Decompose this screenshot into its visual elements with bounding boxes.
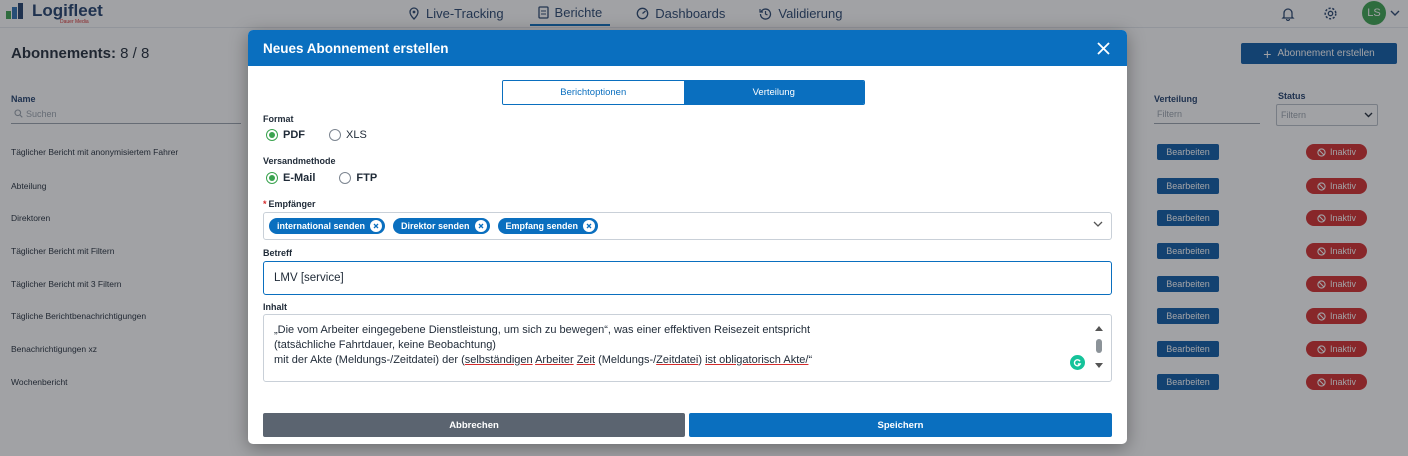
recipients-label-text: Empfänger xyxy=(268,199,316,209)
grammarly-icon[interactable] xyxy=(1070,355,1085,370)
recipient-tag: international senden xyxy=(269,218,386,234)
method-radio-group: E-Mail FTP xyxy=(266,172,401,184)
chevron-down-icon[interactable] xyxy=(1093,221,1103,227)
format-radio-xls[interactable]: XLS xyxy=(329,129,367,141)
content-line: (tatsächliche Fahrtdauer, keine Beobacht… xyxy=(274,339,496,351)
recipient-tag-label: international senden xyxy=(277,221,366,231)
tab-verteilung[interactable]: Verteilung xyxy=(683,81,864,104)
format-label: Format xyxy=(263,114,294,124)
content-line: mit der Akte (Meldungs-/Zeitdatei) der (… xyxy=(274,353,1071,368)
create-subscription-dialog: Neues Abonnement erstellen Berichtoption… xyxy=(248,30,1127,444)
spelling-flag[interactable]: Zeit xyxy=(577,354,595,366)
radio-unselected-icon xyxy=(339,172,352,184)
content-textarea[interactable]: „Die vom Arbeiter eingegebene Dienstleis… xyxy=(263,314,1112,382)
radio-selected-icon xyxy=(266,129,278,141)
subject-label: Betreff xyxy=(263,248,293,258)
radio-unselected-icon xyxy=(329,129,341,141)
spelling-flag[interactable]: Arbeiter xyxy=(535,354,574,366)
cancel-button[interactable]: Abbrechen xyxy=(263,413,685,437)
dialog-tabs: Berichtoptionen Verteilung xyxy=(502,80,865,105)
dialog-title: Neues Abonnement erstellen xyxy=(263,40,449,56)
spelling-flag[interactable]: Zeitdatei xyxy=(656,354,698,366)
save-button[interactable]: Speichern xyxy=(689,413,1112,437)
recipients-multiselect[interactable]: international senden Direktor senden Emp… xyxy=(263,212,1112,240)
tab-berichtoptionen[interactable]: Berichtoptionen xyxy=(503,81,684,104)
format-option-label: PDF xyxy=(283,129,305,141)
method-radio-email[interactable]: E-Mail xyxy=(266,172,315,184)
spelling-flag[interactable]: ist obligatorisch Akte/ xyxy=(705,354,808,366)
recipient-tag: Empfang senden xyxy=(497,218,599,234)
recipient-tag: Direktor senden xyxy=(393,218,490,234)
recipient-tag-label: Empfang senden xyxy=(505,221,579,231)
radio-selected-icon xyxy=(266,172,278,184)
spelling-flag[interactable]: selbständigen xyxy=(465,354,533,366)
content-text: (Meldungs-/ xyxy=(595,354,657,366)
remove-tag-icon[interactable] xyxy=(474,220,487,232)
content-text: mit der Akte (Meldungs-/Zeitdatei) der ( xyxy=(274,354,465,366)
method-option-label: FTP xyxy=(356,172,378,184)
format-option-label: XLS xyxy=(346,129,367,141)
format-radio-pdf[interactable]: PDF xyxy=(266,129,305,141)
scroll-down-arrow-icon[interactable] xyxy=(1095,363,1103,368)
scroll-up-arrow-icon[interactable] xyxy=(1095,326,1103,331)
content-label: Inhalt xyxy=(263,302,287,312)
content-text: “ xyxy=(808,354,813,366)
recipient-tag-label: Direktor senden xyxy=(401,221,470,231)
close-icon[interactable] xyxy=(1094,39,1112,57)
method-radio-ftp[interactable]: FTP xyxy=(339,172,377,184)
method-option-label: E-Mail xyxy=(283,172,316,184)
format-radio-group: PDF XLS xyxy=(266,129,391,141)
remove-tag-icon[interactable] xyxy=(370,220,383,232)
recipients-label: * Empfänger xyxy=(263,199,316,209)
remove-tag-icon[interactable] xyxy=(583,220,596,232)
content-line: „Die vom Arbeiter eingegebene Dienstleis… xyxy=(274,324,811,336)
method-label: Versandmethode xyxy=(263,156,336,166)
required-mark: * xyxy=(263,199,267,209)
subject-input[interactable]: LMV [service] xyxy=(263,261,1112,295)
scrollbar-thumb[interactable] xyxy=(1096,339,1102,353)
dialog-header: Neues Abonnement erstellen xyxy=(248,30,1127,66)
